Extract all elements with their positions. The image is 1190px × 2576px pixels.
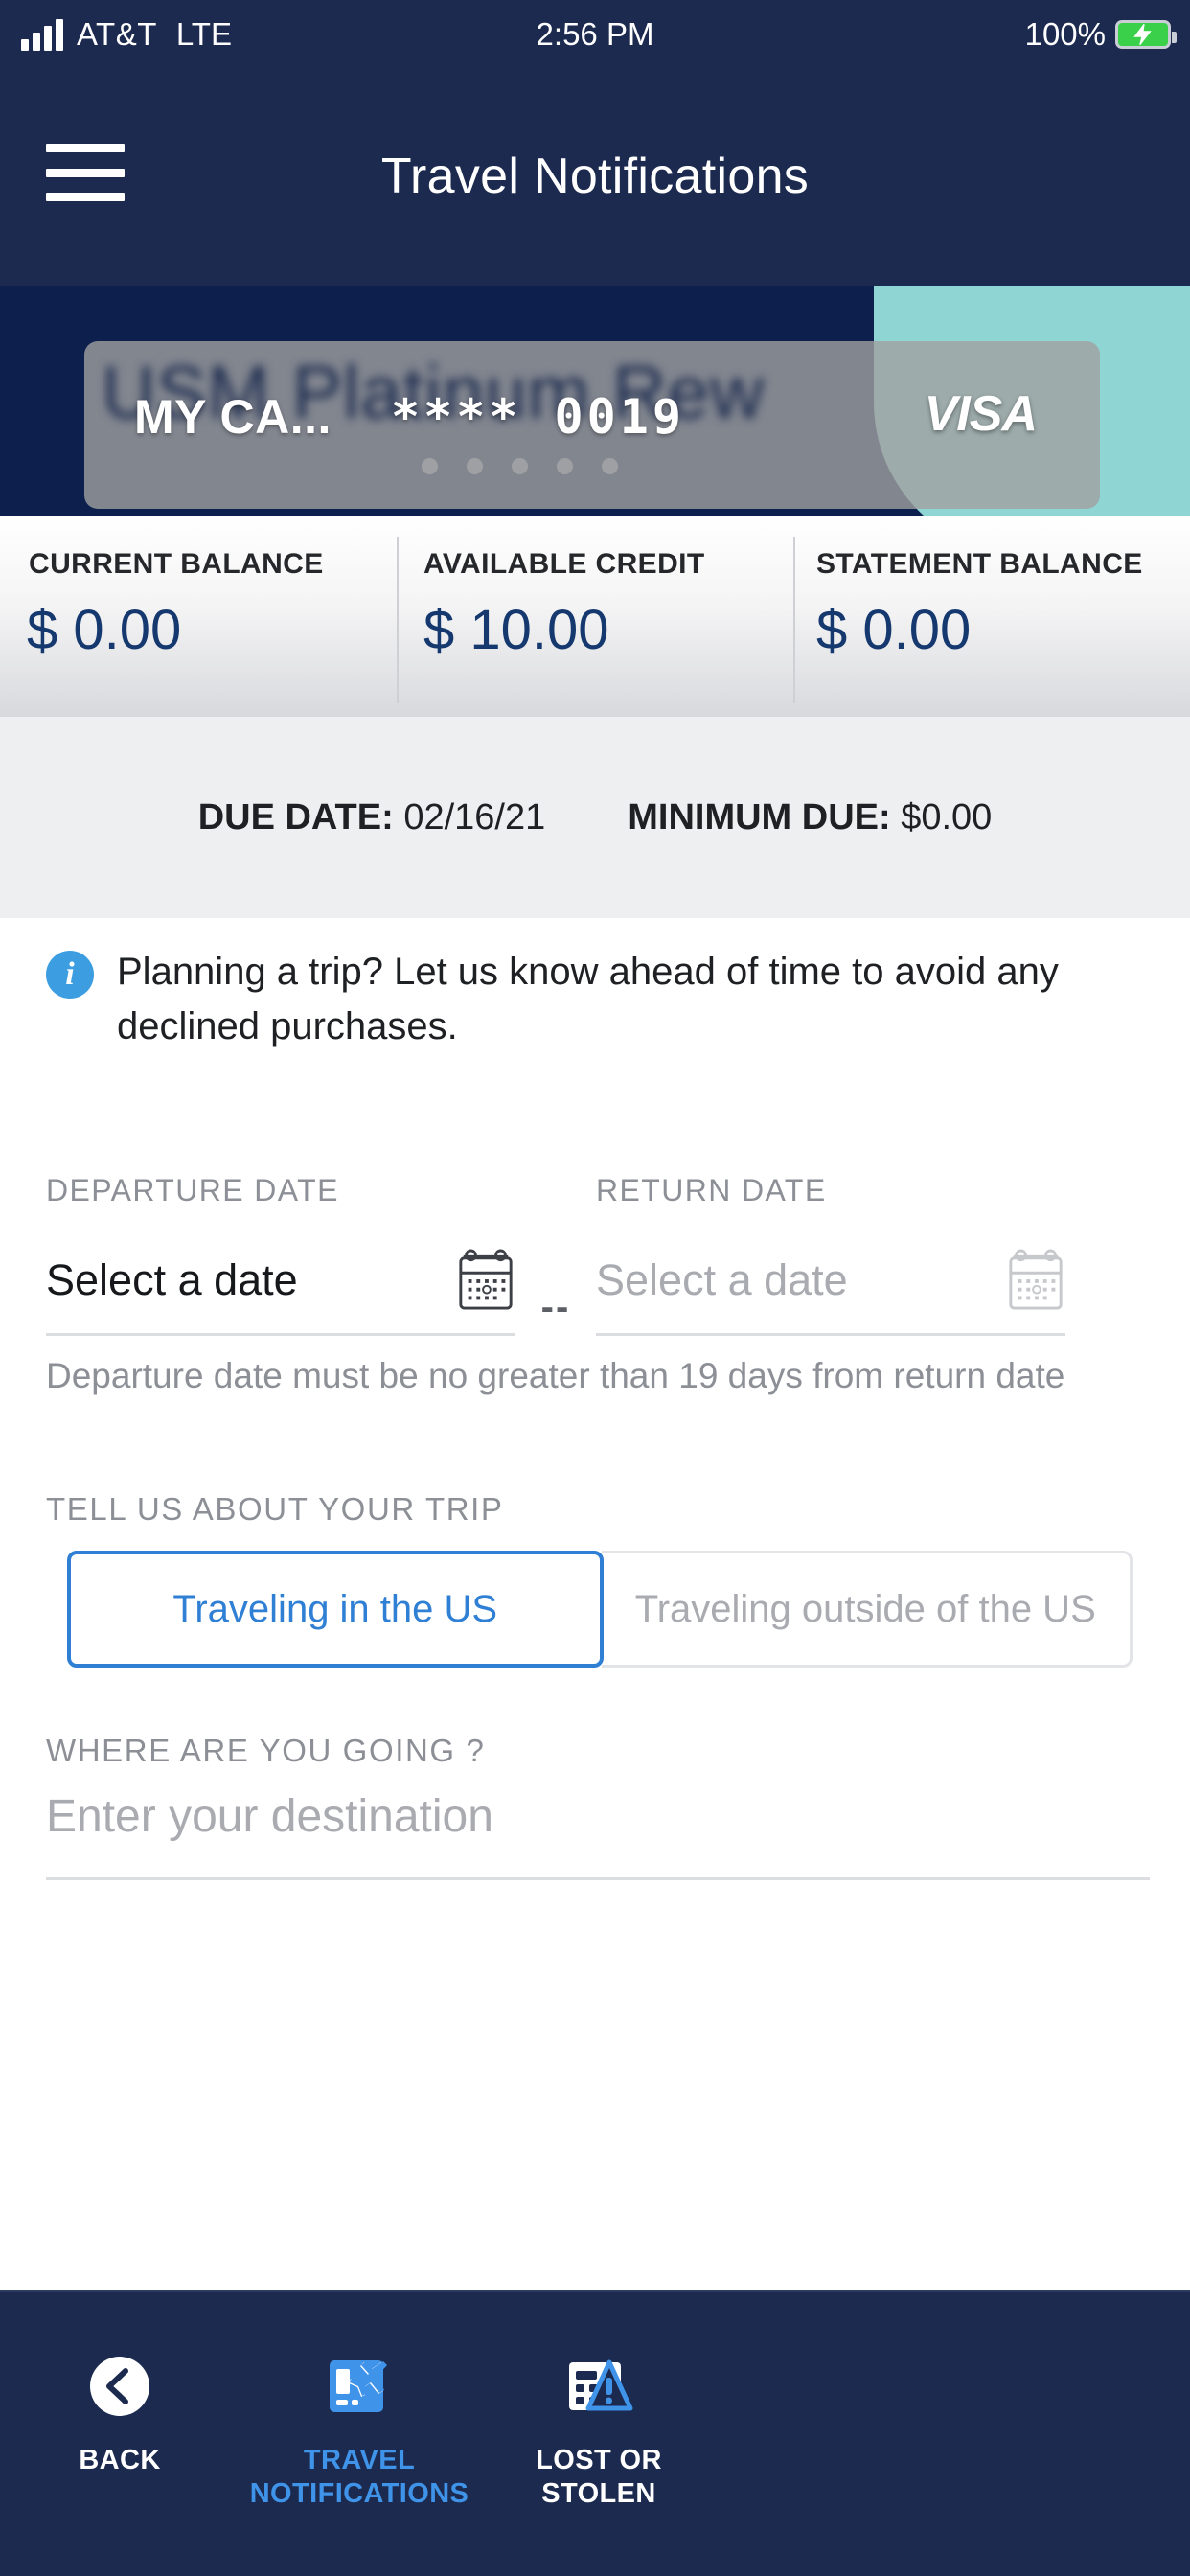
minimum-due: MINIMUM DUE: $0.00 bbox=[628, 797, 992, 839]
visa-logo-icon: VISA bbox=[924, 386, 1038, 442]
info-banner: i Planning a trip? Let us know ahead of … bbox=[46, 945, 1148, 1054]
battery-percent-label: 100% bbox=[1024, 16, 1106, 52]
info-banner-text: Planning a trip? Let us know ahead of ti… bbox=[117, 951, 1059, 1047]
departure-date-value: Select a date bbox=[46, 1255, 298, 1304]
page-title: Travel Notifications bbox=[380, 149, 810, 204]
trip-option-in-us[interactable]: Traveling in the US bbox=[67, 1551, 604, 1668]
balance-column-available: AVAILABLE CREDIT $ 10.00 bbox=[397, 516, 793, 717]
date-range-separator: -- bbox=[540, 1286, 571, 1328]
nav-item-back[interactable]: BACK bbox=[0, 2348, 240, 2477]
bottom-navigation-bar: BACK TRAVEL NOTIFICATIONS LOST OR STOLEN bbox=[0, 2290, 1190, 2576]
due-date-value: 02/16/21 bbox=[403, 796, 546, 838]
departure-date-label: DEPARTURE DATE bbox=[46, 1173, 339, 1208]
departure-date-control[interactable]: Select a date bbox=[46, 1249, 515, 1336]
balance-value: $ 10.00 bbox=[423, 599, 609, 661]
return-date-value: Select a date bbox=[596, 1255, 848, 1304]
nav-item-travel-notifications[interactable]: TRAVEL NOTIFICATIONS bbox=[240, 2348, 479, 2512]
balance-summary: CURRENT BALANCE $ 0.00 AVAILABLE CREDIT … bbox=[0, 516, 1190, 717]
return-date-label: RETURN DATE bbox=[596, 1173, 827, 1208]
app-header: Travel Notifications bbox=[0, 69, 1190, 297]
minimum-due-label: MINIMUM DUE: bbox=[628, 796, 891, 838]
destination-input[interactable]: Enter your destination bbox=[46, 1790, 1150, 1880]
card-hero: USM Platinum Rew MY CA... **** 0019 VISA bbox=[0, 286, 1190, 516]
status-bar-right: 100% bbox=[1024, 16, 1177, 53]
nav-label-lost-or-stolen: LOST OR STOLEN bbox=[536, 2445, 662, 2510]
back-chevron-icon[interactable] bbox=[85, 2348, 154, 2425]
lightning-bolt-icon bbox=[1133, 23, 1152, 46]
travel-dates-row: DEPARTURE DATE Select a date -- RETURN D… bbox=[46, 1173, 1150, 1336]
payment-due-row: DUE DATE: 02/16/21 MINIMUM DUE: $0.00 bbox=[0, 717, 1190, 918]
battery-charging-icon bbox=[1115, 20, 1177, 49]
credit-card-tile[interactable]: USM Platinum Rew MY CA... **** 0019 VISA bbox=[84, 341, 1100, 509]
balance-value: $ 0.00 bbox=[27, 599, 182, 661]
clock-label: 2:56 PM bbox=[536, 16, 654, 52]
info-circle-icon: i bbox=[46, 951, 94, 999]
calendar-icon[interactable] bbox=[456, 1249, 515, 1312]
balance-label: CURRENT BALANCE bbox=[29, 548, 324, 580]
nav-item-lost-or-stolen[interactable]: LOST OR STOLEN bbox=[479, 2348, 719, 2512]
lost-or-stolen-icon[interactable] bbox=[561, 2348, 636, 2425]
trip-option-outside-us[interactable]: Traveling outside of the US bbox=[601, 1551, 1133, 1668]
nav-label-back: BACK bbox=[79, 2445, 161, 2475]
nav-label-travel-notifications: TRAVEL NOTIFICATIONS bbox=[249, 2445, 469, 2510]
due-date: DUE DATE: 02/16/21 bbox=[198, 797, 546, 839]
travel-notifications-icon[interactable] bbox=[322, 2348, 397, 2425]
balance-column-current: CURRENT BALANCE $ 0.00 bbox=[0, 516, 397, 717]
destination-label: WHERE ARE YOU GOING ? bbox=[46, 1733, 486, 1768]
balance-value: $ 0.00 bbox=[816, 599, 972, 661]
due-date-label: DUE DATE: bbox=[197, 796, 394, 838]
trip-type-segmented-control[interactable]: Traveling in the US Traveling outside of… bbox=[67, 1551, 1133, 1668]
departure-date-field[interactable]: DEPARTURE DATE Select a date bbox=[46, 1173, 515, 1336]
trip-section-label: TELL US ABOUT YOUR TRIP bbox=[46, 1491, 504, 1527]
card-nickname: MY CA... bbox=[134, 390, 332, 444]
status-bar: AT&T LTE 2:56 PM 100% bbox=[0, 0, 1190, 69]
date-helper-text: Departure date must be no greater than 1… bbox=[46, 1356, 1065, 1395]
balance-label: STATEMENT BALANCE bbox=[816, 548, 1143, 580]
calendar-icon[interactable] bbox=[1006, 1249, 1065, 1312]
card-masked-number: **** 0019 bbox=[391, 389, 685, 445]
balance-label: AVAILABLE CREDIT bbox=[423, 548, 705, 580]
minimum-due-value: $0.00 bbox=[901, 796, 993, 838]
balance-column-statement: STATEMENT BALANCE $ 0.00 bbox=[793, 516, 1190, 717]
return-date-control[interactable]: Select a date bbox=[596, 1249, 1065, 1336]
return-date-field[interactable]: RETURN DATE Select a date bbox=[596, 1173, 1065, 1336]
main-content: i Planning a trip? Let us know ahead of … bbox=[0, 918, 1190, 2290]
